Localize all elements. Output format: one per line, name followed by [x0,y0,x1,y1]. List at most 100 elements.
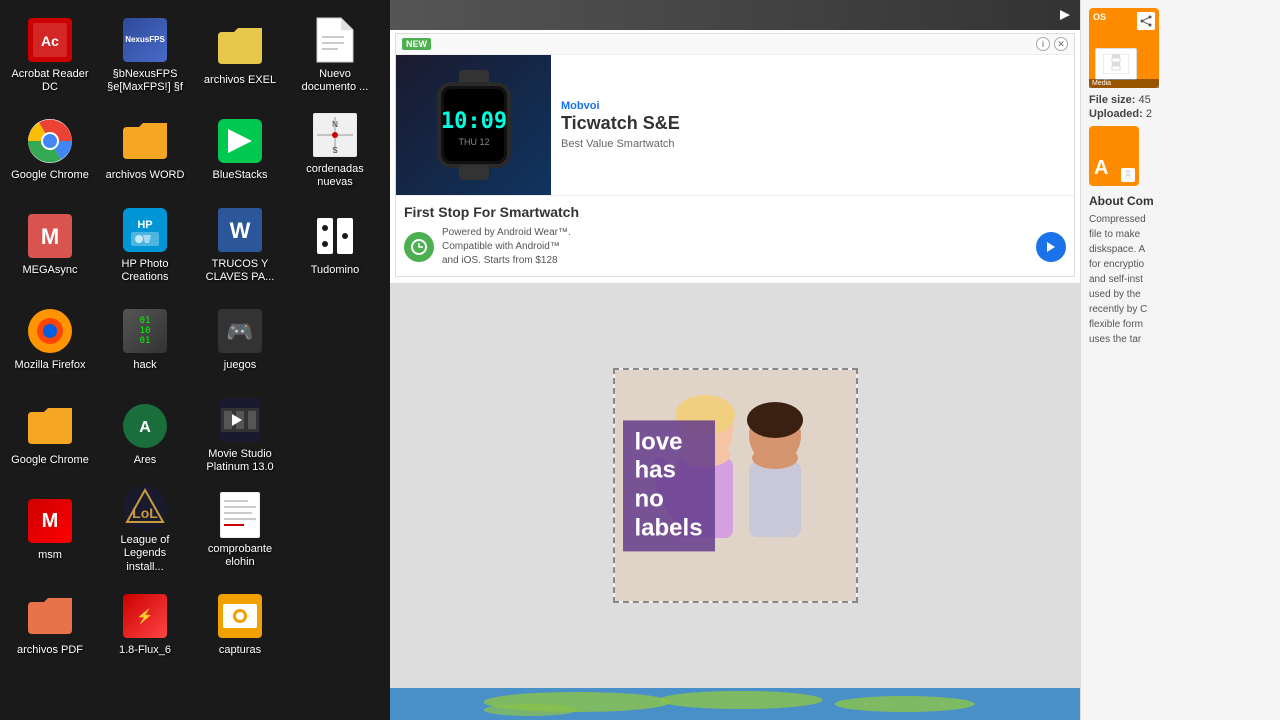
msm-label: msm [38,549,62,562]
firefox-label: Mozilla Firefox [15,359,86,372]
svg-text:S: S [332,146,337,155]
photo-frame: love has no labels [613,368,858,603]
trucos-icon: W [216,206,264,254]
flux-label: 1.8-Flux_6 [119,644,171,657]
pdf-folder-label: archivos PDF [17,644,83,657]
icon-tudomino[interactable]: Tudomino [290,200,380,290]
file-size-value: 45 [1139,94,1151,106]
icon-comprobante[interactable]: comprobante elohin [195,485,285,575]
acrobat-icon: Ac [26,16,74,64]
icon-msm[interactable]: M msm [5,485,95,575]
icon-league[interactable]: LoL League of Legends install... [100,485,190,575]
icon-firefox[interactable]: Mozilla Firefox [5,295,95,385]
file-card-2: A [1089,126,1272,186]
icon-archivos-word[interactable]: archivos WORD [100,105,190,195]
icon-hack[interactable]: 011001 hack [100,295,190,385]
ad-close-button[interactable]: ✕ [1054,37,1068,51]
file-size-row: File size: 45 [1089,94,1272,106]
photo-text-labels: labels [635,514,703,543]
bluestacks-icon [216,117,264,165]
svg-text:THU 12: THU 12 [458,137,489,147]
nuevo-doc-label: Nuevo documento ... [295,68,375,94]
ad-go-button[interactable] [1036,232,1066,262]
trucos-label: TRUCOS Y CLAVES PA... [200,258,280,284]
zip-inner-2 [1121,168,1135,182]
icon-ares[interactable]: A Ares [100,390,190,480]
icon-megasync[interactable]: M MEGAsync [5,200,95,290]
uploaded-label: Uploaded: [1089,108,1143,120]
icon-chrome[interactable]: Google Chrome [5,105,95,195]
share-button[interactable] [1137,12,1155,30]
bluestacks-label: BlueStacks [212,169,267,182]
icon-movie-studio[interactable]: Movie Studio Platinum 13.0 [195,390,285,480]
ares-icon: A [121,402,169,450]
svg-text:W: W [230,218,251,243]
megasync-label: MEGAsync [22,264,77,277]
zip-file-icon-2[interactable]: A [1089,126,1139,186]
icon-capturas[interactable]: capturas [195,580,285,670]
ad-body: 10:09 THU 12 Mobvoi Ticwatch S&E Best Va… [396,55,1074,195]
icon-nexusfps[interactable]: NexusFPS §bNexusFPS §e[MaxFPS!] §f [100,10,190,100]
file-letter-a: A [1094,157,1108,180]
movie-studio-icon [216,396,264,444]
desktop-icons-area: Ac Acrobat Reader DC Google Chrome [0,0,390,720]
ad-footer: First Stop For Smartwatch Powered by And… [396,195,1074,276]
memes-folder-icon [26,402,74,450]
league-icon: LoL [121,486,169,530]
map-svg [390,688,1080,720]
main-content: NEW i ✕ [390,0,1080,720]
icon-acrobat[interactable]: Ac Acrobat Reader DC [5,10,95,100]
chrome-label: Google Chrome [11,169,89,182]
icon-nuevo-doc[interactable]: Nuevo documento ... [290,10,380,100]
megasync-icon: M [26,212,74,260]
photo-text-has: has [635,457,703,486]
uploaded-value: 2 [1146,108,1152,120]
ad-new-badge: NEW [402,38,431,50]
exel-folder-label: archivos EXEL [204,74,276,87]
icon-cordenadas[interactable]: N S cordenadas nuevas [290,105,380,195]
zip-file-icon-1[interactable]: OS Media [1089,8,1159,88]
photo-text-overlay: love has no labels [623,420,715,551]
icon-memes[interactable]: Google Chrome [5,390,95,480]
ad-footer-row: Powered by Android Wear™.Compatible with… [404,226,1066,268]
svg-text:🎮: 🎮 [226,319,253,344]
icon-juegos[interactable]: 🎮 juegos [195,295,285,385]
ad-info-button[interactable]: i [1036,37,1050,51]
acrobat-label: Acrobat Reader DC [10,68,90,94]
icon-trucos[interactable]: W TRUCOS Y CLAVES PA... [195,200,285,290]
file-info: File size: 45 Uploaded: 2 [1089,94,1272,120]
watch-svg: 10:09 THU 12 [429,70,519,180]
desktop: Ac Acrobat Reader DC Google Chrome [0,0,1280,720]
msm-icon: M [26,497,74,545]
firefox-icon [26,307,74,355]
tudomino-label: Tudomino [311,264,360,277]
icon-bluestacks[interactable]: BlueStacks [195,105,285,195]
icon-hp-photo[interactable]: HP HP Photo Creations [100,200,190,290]
right-panel: OS Media File size: 45 [1080,0,1280,720]
arrow-right-icon [1058,8,1072,22]
icon-archivos-pdf[interactable]: archivos PDF [5,580,95,670]
photo-text-love: love [635,428,703,457]
icon-flux[interactable]: ⚡ 1.8-Flux_6 [100,580,190,670]
ad-watch-display: 10:09 THU 12 [396,55,551,195]
ad-header: NEW i ✕ [396,34,1074,55]
memes-label: Google Chrome [11,454,89,467]
capturas-icon [216,592,264,640]
photo-text-no: no [635,486,703,515]
word-folder-label: archivos WORD [106,169,185,182]
cordenadas-label: cordenadas nuevas [295,163,375,189]
league-label: League of Legends install... [105,534,185,574]
ad-sub-text: Powered by Android Wear™.Compatible with… [442,226,1028,268]
svg-text:Ac: Ac [41,33,59,49]
juegos-label: juegos [224,359,256,372]
svg-text:HP: HP [137,219,152,231]
mobvoi-ad: NEW i ✕ [395,33,1075,277]
juegos-icon: 🎮 [216,307,264,355]
icon-archivos-exel[interactable]: archivos EXEL [195,10,285,100]
ad-headline: First Stop For Smartwatch [404,204,1066,220]
hack-icon: 011001 [121,307,169,355]
nexusfps-icon: NexusFPS [121,16,169,64]
svg-text:N: N [332,120,338,129]
tudomino-icon [311,212,359,260]
movie-studio-label: Movie Studio Platinum 13.0 [200,448,280,474]
